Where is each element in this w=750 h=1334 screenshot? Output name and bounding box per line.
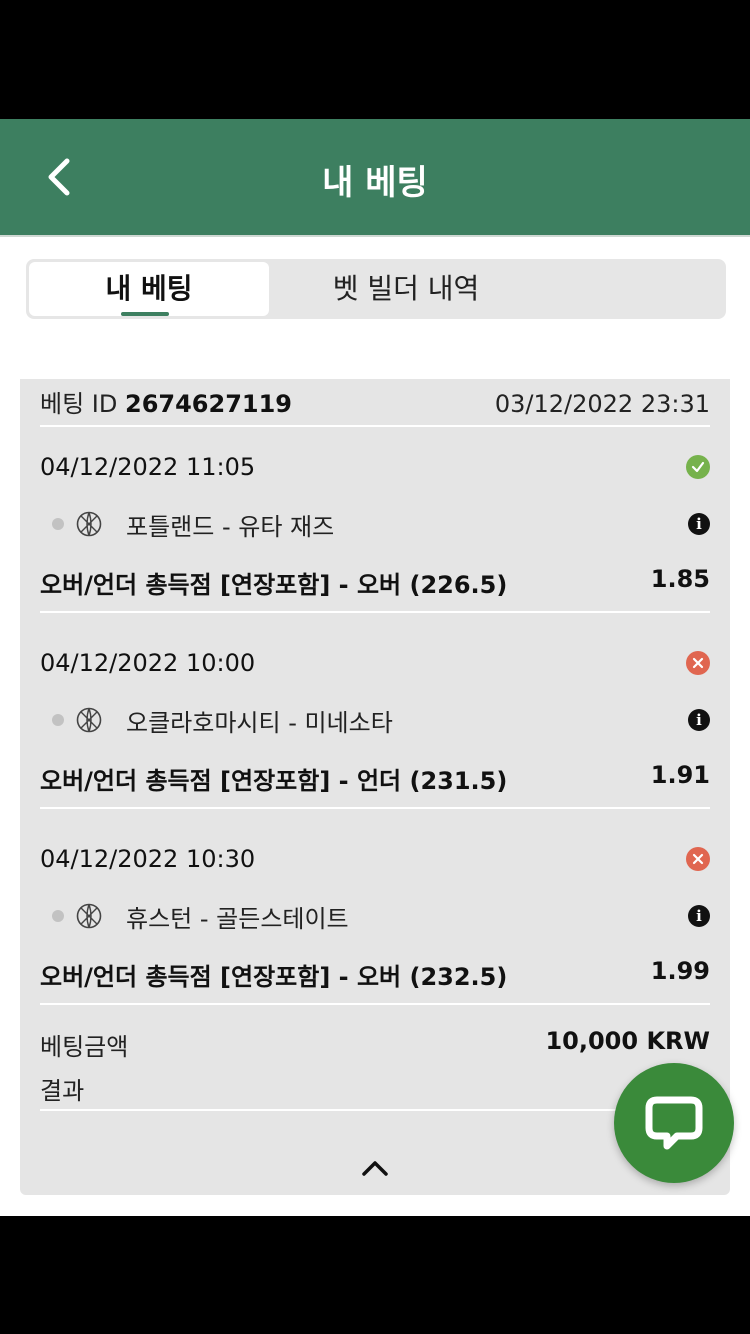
match-time: 04/12/2022 10:00 [40,649,256,677]
check-icon [691,461,705,473]
page-title: 내 베팅 [322,163,428,203]
result-label: 결과 [40,1077,85,1105]
basketball-icon [76,707,102,733]
info-icon[interactable]: i [688,513,710,535]
odds-value: 1.91 [650,761,710,789]
live-dot [52,714,64,726]
tab-bar: 내 베팅 벳 빌더 내역 [26,259,726,319]
bet-card: 베팅 ID 2674627119 03/12/2022 23:31 04/12/… [20,379,730,1195]
active-tab-indicator [121,312,169,316]
bet-summary: 베팅금액 10,000 KRW 결과 [40,1019,710,1111]
market-selection: 오버/언더 총득점 [연장포함] - 오버 (232.5) [40,963,508,991]
match-teams: 포틀랜드 - 유타 재즈 [126,513,335,541]
stake-label: 베팅금액 [40,1033,129,1061]
match-time: 04/12/2022 10:30 [40,845,256,873]
tab-bet-builder-history[interactable]: 벳 빌더 내역 [286,262,526,316]
odds-value: 1.85 [650,565,710,593]
match-teams: 휴스턴 - 골든스테이트 [126,905,349,933]
tab-label: 내 베팅 [105,272,193,305]
selection-item: 04/12/2022 10:00 오클라호마시티 - 미네소타 i 오버/언더 … [40,625,710,809]
chat-button[interactable] [614,1063,734,1183]
bet-id-value: 2674627119 [125,390,292,418]
info-icon[interactable]: i [688,905,710,927]
status-lost-badge [686,651,710,675]
basketball-icon [76,511,102,537]
selection-item: 04/12/2022 11:05 포틀랜드 - 유타 재즈 i 오버/언더 총득… [40,429,710,613]
status-lost-badge [686,847,710,871]
market-selection: 오버/언더 총득점 [연장포함] - 오버 (226.5) [40,571,508,599]
app-screen: 내 베팅 내 베팅 벳 빌더 내역 베팅 ID 2674627119 03/12… [0,119,750,1216]
live-dot [52,518,64,530]
header-bar: 내 베팅 [0,119,750,237]
match-teams: 오클라호마시티 - 미네소타 [126,709,393,737]
match-time: 04/12/2022 11:05 [40,453,256,481]
bet-id-label: 베팅 ID [40,390,118,418]
status-won-badge [686,455,710,479]
chat-bubble-icon [645,1096,703,1150]
tab-label: 벳 빌더 내역 [332,272,480,305]
bet-placed-date: 03/12/2022 23:31 [494,390,710,418]
status-bar [0,0,750,119]
info-icon[interactable]: i [688,709,710,731]
basketball-icon [76,903,102,929]
x-icon [692,657,704,669]
bottom-system-bar [0,1216,750,1334]
live-dot [52,910,64,922]
odds-value: 1.99 [650,957,710,985]
selection-item: 04/12/2022 10:30 휴스턴 - 골든스테이트 i 오버/언더 총득… [40,821,710,1005]
stake-amount: 10,000 KRW [545,1027,710,1055]
tab-my-bets[interactable]: 내 베팅 [29,262,269,316]
chevron-up-icon[interactable] [360,1155,390,1179]
x-icon [692,853,704,865]
bet-card-header: 베팅 ID 2674627119 03/12/2022 23:31 [40,379,710,427]
market-selection: 오버/언더 총득점 [연장포함] - 언더 (231.5) [40,767,508,795]
